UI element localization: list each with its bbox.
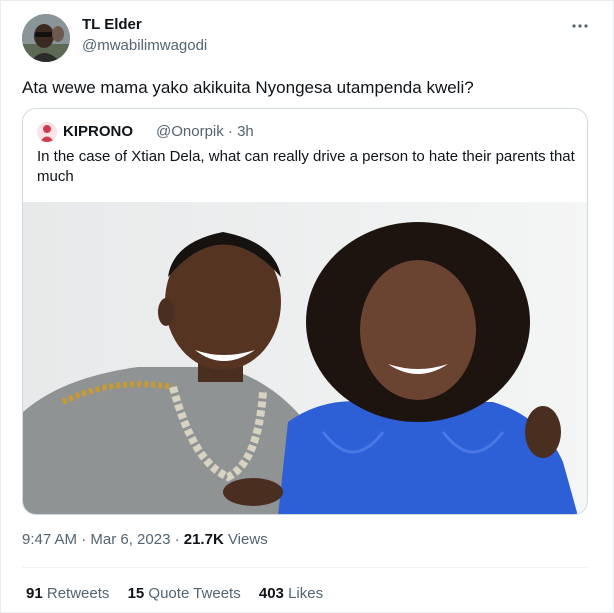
quoted-tweet-card[interactable]: KIPRONO @Onorpik · 3h In the case of Xti… — [22, 108, 588, 515]
quoted-tweet-photo[interactable] — [23, 202, 587, 514]
retweets-label: Retweets — [46, 585, 110, 602]
quote-tweets-count: 15 — [127, 585, 145, 602]
likes-label: Likes — [288, 585, 324, 602]
quote-tweets-stat[interactable]: 15 Quote Tweets — [128, 585, 241, 603]
retweets-stat[interactable]: 91 Retweets — [26, 585, 109, 603]
quoted-author-name[interactable]: KIPRONO — [63, 123, 133, 141]
views-label: Views — [223, 531, 268, 548]
likes-count: 403 — [258, 585, 284, 602]
timestamp-views-row: 9:47 AM · Mar 6, 2023 · 21.7K Views — [22, 531, 268, 549]
author-name[interactable]: TL Elder — [82, 16, 142, 34]
quoted-author-avatar[interactable] — [37, 122, 57, 142]
timestamp[interactable]: 9:47 AM · Mar 6, 2023 · — [22, 531, 184, 548]
more-icon[interactable] — [570, 19, 590, 31]
tweet-container: TL Elder @mwabilimwagodi Ata wewe mama y… — [0, 0, 614, 613]
author-avatar[interactable] — [22, 14, 70, 62]
tweet-text: Ata wewe mama yako akikuita Nyongesa uta… — [22, 78, 474, 97]
quoted-author-handle-time[interactable]: @Onorpik · 3h — [156, 123, 254, 141]
quoted-tweet-text: In the case of Xtian Dela, what can real… — [37, 148, 575, 185]
views-count: 21.7K — [183, 531, 224, 548]
author-handle[interactable]: @mwabilimwagodi — [82, 37, 207, 55]
avatar-image — [22, 14, 70, 62]
quote-tweets-label: Quote Tweets — [148, 585, 241, 602]
retweets-count: 91 — [26, 585, 43, 602]
engagement-stats: 91 Retweets 15 Quote Tweets 403 Likes — [26, 585, 337, 603]
likes-stat[interactable]: 403 Likes — [259, 585, 323, 603]
divider — [22, 567, 588, 568]
